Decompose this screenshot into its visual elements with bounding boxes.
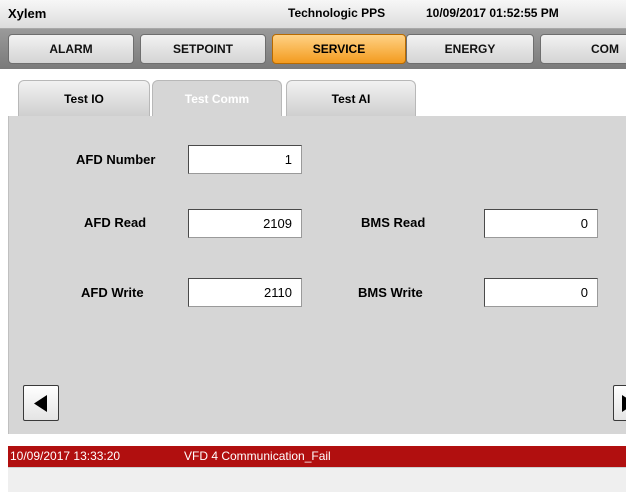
current-datetime: 10/09/2017 01:52:55 PM	[426, 6, 559, 20]
tab-service[interactable]: SERVICE	[272, 34, 406, 64]
active-alarm-bar[interactable]: 10/09/2017 13:33:20 VFD 4 Communication_…	[8, 446, 626, 467]
product-name: Technologic PPS	[288, 6, 386, 20]
tab-setpoint[interactable]: SETPOINT	[140, 34, 266, 64]
afd-number-field[interactable]: 1	[188, 145, 302, 174]
afd-read-field[interactable]: 2109	[188, 209, 302, 238]
afd-write-label: AFD Write	[81, 285, 144, 300]
previous-page-button[interactable]	[23, 385, 59, 421]
tab-energy[interactable]: ENERGY	[406, 34, 534, 64]
alarm-list-area	[8, 467, 626, 492]
bms-read-label: BMS Read	[361, 215, 426, 230]
subtab-test-comm[interactable]: Test Comm	[152, 80, 282, 116]
right-triangle-icon	[622, 395, 626, 412]
afd-write-field[interactable]: 2110	[188, 278, 302, 307]
tab-com[interactable]: COM	[540, 34, 626, 64]
bms-read-field[interactable]: 0	[484, 209, 598, 238]
subtab-test-io[interactable]: Test IO	[18, 80, 150, 116]
bms-write-label: BMS Write	[358, 285, 423, 300]
left-triangle-icon	[34, 395, 47, 412]
main-nav-bar: ALARM SETPOINT SERVICE ENERGY COM	[0, 29, 626, 69]
test-comm-panel: AFD Number 1 AFD Read 2109 BMS Read 0 AF…	[8, 116, 626, 434]
subtab-test-ai[interactable]: Test AI	[286, 80, 416, 116]
afd-read-label: AFD Read	[84, 215, 147, 230]
alarm-message: VFD 4 Communication_Fail	[184, 449, 331, 463]
tab-alarm[interactable]: ALARM	[8, 34, 134, 64]
next-page-button[interactable]	[613, 385, 626, 421]
alarm-timestamp: 10/09/2017 13:33:20	[10, 449, 121, 463]
afd-number-label: AFD Number	[76, 152, 156, 167]
app-name: Xylem	[8, 6, 47, 21]
bms-write-field[interactable]: 0	[484, 278, 598, 307]
title-bar: Xylem Technologic PPS 10/09/2017 01:52:5…	[0, 0, 626, 29]
